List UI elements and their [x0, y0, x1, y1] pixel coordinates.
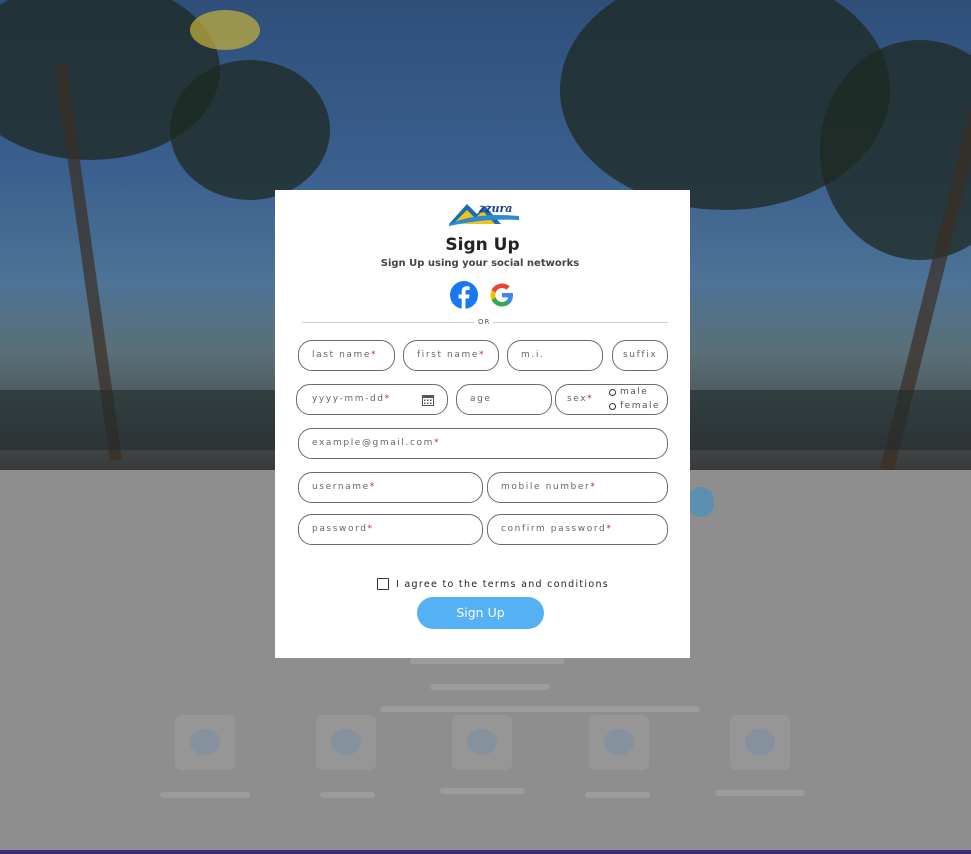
background-button: [688, 487, 714, 517]
required-marker: *: [434, 438, 441, 448]
faint-card: [452, 715, 512, 770]
faint-text: [715, 790, 805, 796]
last-name-placeholder: last name: [312, 350, 372, 360]
faint-text: [430, 684, 550, 690]
confirm-password-placeholder: confirm password: [501, 524, 607, 534]
sex-label: sex: [567, 394, 588, 404]
required-marker: *: [590, 482, 597, 492]
signup-button[interactable]: Sign Up: [417, 597, 544, 629]
age-field[interactable]: age: [456, 384, 552, 415]
google-icon[interactable]: [488, 281, 516, 309]
required-marker: *: [367, 524, 374, 534]
faint-text: [440, 788, 525, 794]
radio-icon[interactable]: [609, 388, 616, 396]
confirm-password-field[interactable]: confirm password*: [487, 514, 668, 545]
agree-checkbox[interactable]: [377, 578, 389, 590]
birthdate-field[interactable]: yyyy-mm-dd*: [296, 384, 448, 415]
password-field[interactable]: password*: [298, 514, 483, 545]
faint-card: [730, 715, 790, 770]
sex-option-label: male: [620, 387, 649, 397]
faint-card: [316, 715, 376, 770]
middle-initial-placeholder: m.i.: [521, 350, 545, 360]
sex-option-male[interactable]: male: [609, 387, 648, 397]
first-name-field[interactable]: first name*: [403, 340, 499, 371]
faint-text: [380, 706, 700, 712]
faint-text: [410, 658, 565, 664]
agree-terms[interactable]: I agree to the terms and conditions: [377, 578, 609, 590]
email-placeholder: example@gmail.com: [312, 438, 435, 448]
last-name-field[interactable]: last name*: [298, 340, 395, 371]
suffix-field[interactable]: suffix: [612, 340, 668, 371]
faint-card: [589, 715, 649, 770]
signup-modal: zzura Sign Up Sign Up using your social …: [275, 190, 690, 658]
faint-text: [160, 792, 250, 798]
facebook-icon[interactable]: [450, 281, 478, 309]
sex-option-female[interactable]: female: [609, 401, 660, 411]
required-marker: *: [606, 524, 613, 534]
password-placeholder: password: [312, 524, 368, 534]
required-marker: *: [478, 350, 486, 360]
username-placeholder: username: [312, 482, 370, 492]
required-marker: *: [371, 350, 378, 360]
faint-text: [320, 792, 375, 798]
mobile-number-field[interactable]: mobile number*: [487, 472, 668, 503]
required-marker: *: [369, 482, 376, 492]
radio-icon[interactable]: [609, 402, 616, 410]
email-field[interactable]: example@gmail.com*: [298, 428, 668, 459]
azzura-logo: zzura: [449, 202, 519, 226]
required-marker: *: [587, 394, 594, 404]
required-marker: *: [384, 394, 391, 404]
modal-title: Sign Up: [445, 235, 520, 255]
agree-label: I agree to the terms and conditions: [396, 578, 610, 590]
username-field[interactable]: username*: [298, 472, 483, 503]
svg-text:zzura: zzura: [478, 202, 512, 215]
modal-subtitle: Sign Up using your social networks: [380, 258, 580, 269]
middle-initial-field[interactable]: m.i.: [507, 340, 603, 371]
kite: [190, 10, 260, 50]
age-placeholder: age: [470, 394, 492, 404]
mobile-number-placeholder: mobile number: [501, 482, 591, 492]
bottom-bar: [0, 850, 971, 854]
faint-text: [585, 792, 650, 798]
sex-option-label: female: [620, 401, 661, 411]
or-label: OR: [475, 318, 494, 326]
faint-card: [175, 715, 235, 770]
birthdate-placeholder: yyyy-mm-dd: [312, 394, 385, 404]
sex-field: sex* male female: [555, 384, 668, 415]
calendar-icon[interactable]: [422, 394, 434, 406]
first-name-placeholder: first name: [417, 350, 479, 360]
suffix-placeholder: suffix: [623, 350, 658, 360]
palm-foliage: [170, 60, 330, 200]
